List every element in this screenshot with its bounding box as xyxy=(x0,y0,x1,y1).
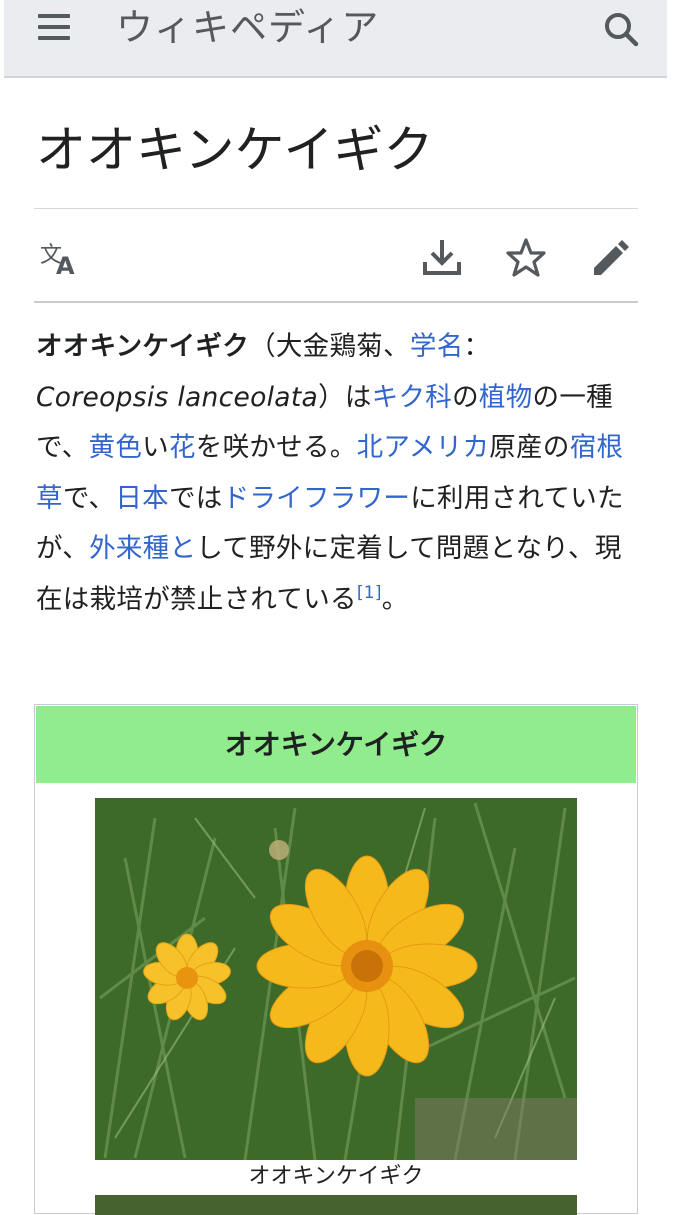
link-japan[interactable]: 日本 xyxy=(115,483,169,514)
svg-text:A: A xyxy=(56,252,75,280)
infobox-title: オオキンケイギク xyxy=(36,706,636,783)
text-span: ： xyxy=(463,331,491,362)
intro-paragraph: オオキンケイギク（大金鶏菊、学名： Coreopsis lanceolata）はキ… xyxy=(36,322,640,625)
top-bar: ウィキペディア xyxy=(4,0,667,78)
link-dried-flower[interactable]: ドライフラワー xyxy=(223,483,411,514)
title-divider xyxy=(34,208,638,209)
text-span: では xyxy=(168,482,223,514)
language-icon[interactable]: 文 A xyxy=(38,236,84,282)
footnote-link[interactable]: [1] xyxy=(357,583,382,603)
text-span: い xyxy=(142,432,169,463)
text-span: （大金鶏菊、 xyxy=(249,331,410,362)
flower-photo[interactable] xyxy=(95,798,577,1160)
latin-name: Coreopsis lanceolata xyxy=(36,381,319,413)
text-span: を咲かせる。 xyxy=(195,432,357,463)
pencil-icon[interactable] xyxy=(588,236,634,282)
link-asteraceae[interactable]: キク科 xyxy=(372,382,452,413)
text-span: の xyxy=(452,381,479,413)
link-north-america[interactable]: 北アメリカ xyxy=(357,432,490,463)
text-span: 原産の xyxy=(489,432,570,463)
text-span: で、 xyxy=(62,482,116,514)
link-alien-species[interactable]: 外来種と xyxy=(89,533,196,564)
link-flower[interactable]: 花 xyxy=(169,432,196,463)
page-title: オオキンケイギク xyxy=(36,121,434,179)
infobox: オオキンケイギク オオキンケイギク xyxy=(34,704,638,1215)
star-icon[interactable] xyxy=(504,236,550,282)
bold-term: オオキンケイギク xyxy=(36,331,250,362)
hamburger-menu-icon[interactable] xyxy=(36,12,80,44)
second-photo[interactable] xyxy=(95,1195,577,1215)
wikipedia-wordmark[interactable]: ウィキペディア xyxy=(116,2,379,54)
download-icon[interactable] xyxy=(420,236,466,282)
search-icon[interactable] xyxy=(600,8,642,50)
text-span: ）は xyxy=(318,381,372,413)
link-scientific-name[interactable]: 学名 xyxy=(410,331,464,362)
action-bar-divider xyxy=(34,301,638,303)
text-span: 。 xyxy=(381,583,409,615)
link-plant[interactable]: 植物 xyxy=(479,382,533,413)
link-yellow[interactable]: 黄色 xyxy=(89,432,143,463)
image-caption: オオキンケイギク xyxy=(248,1164,424,1189)
